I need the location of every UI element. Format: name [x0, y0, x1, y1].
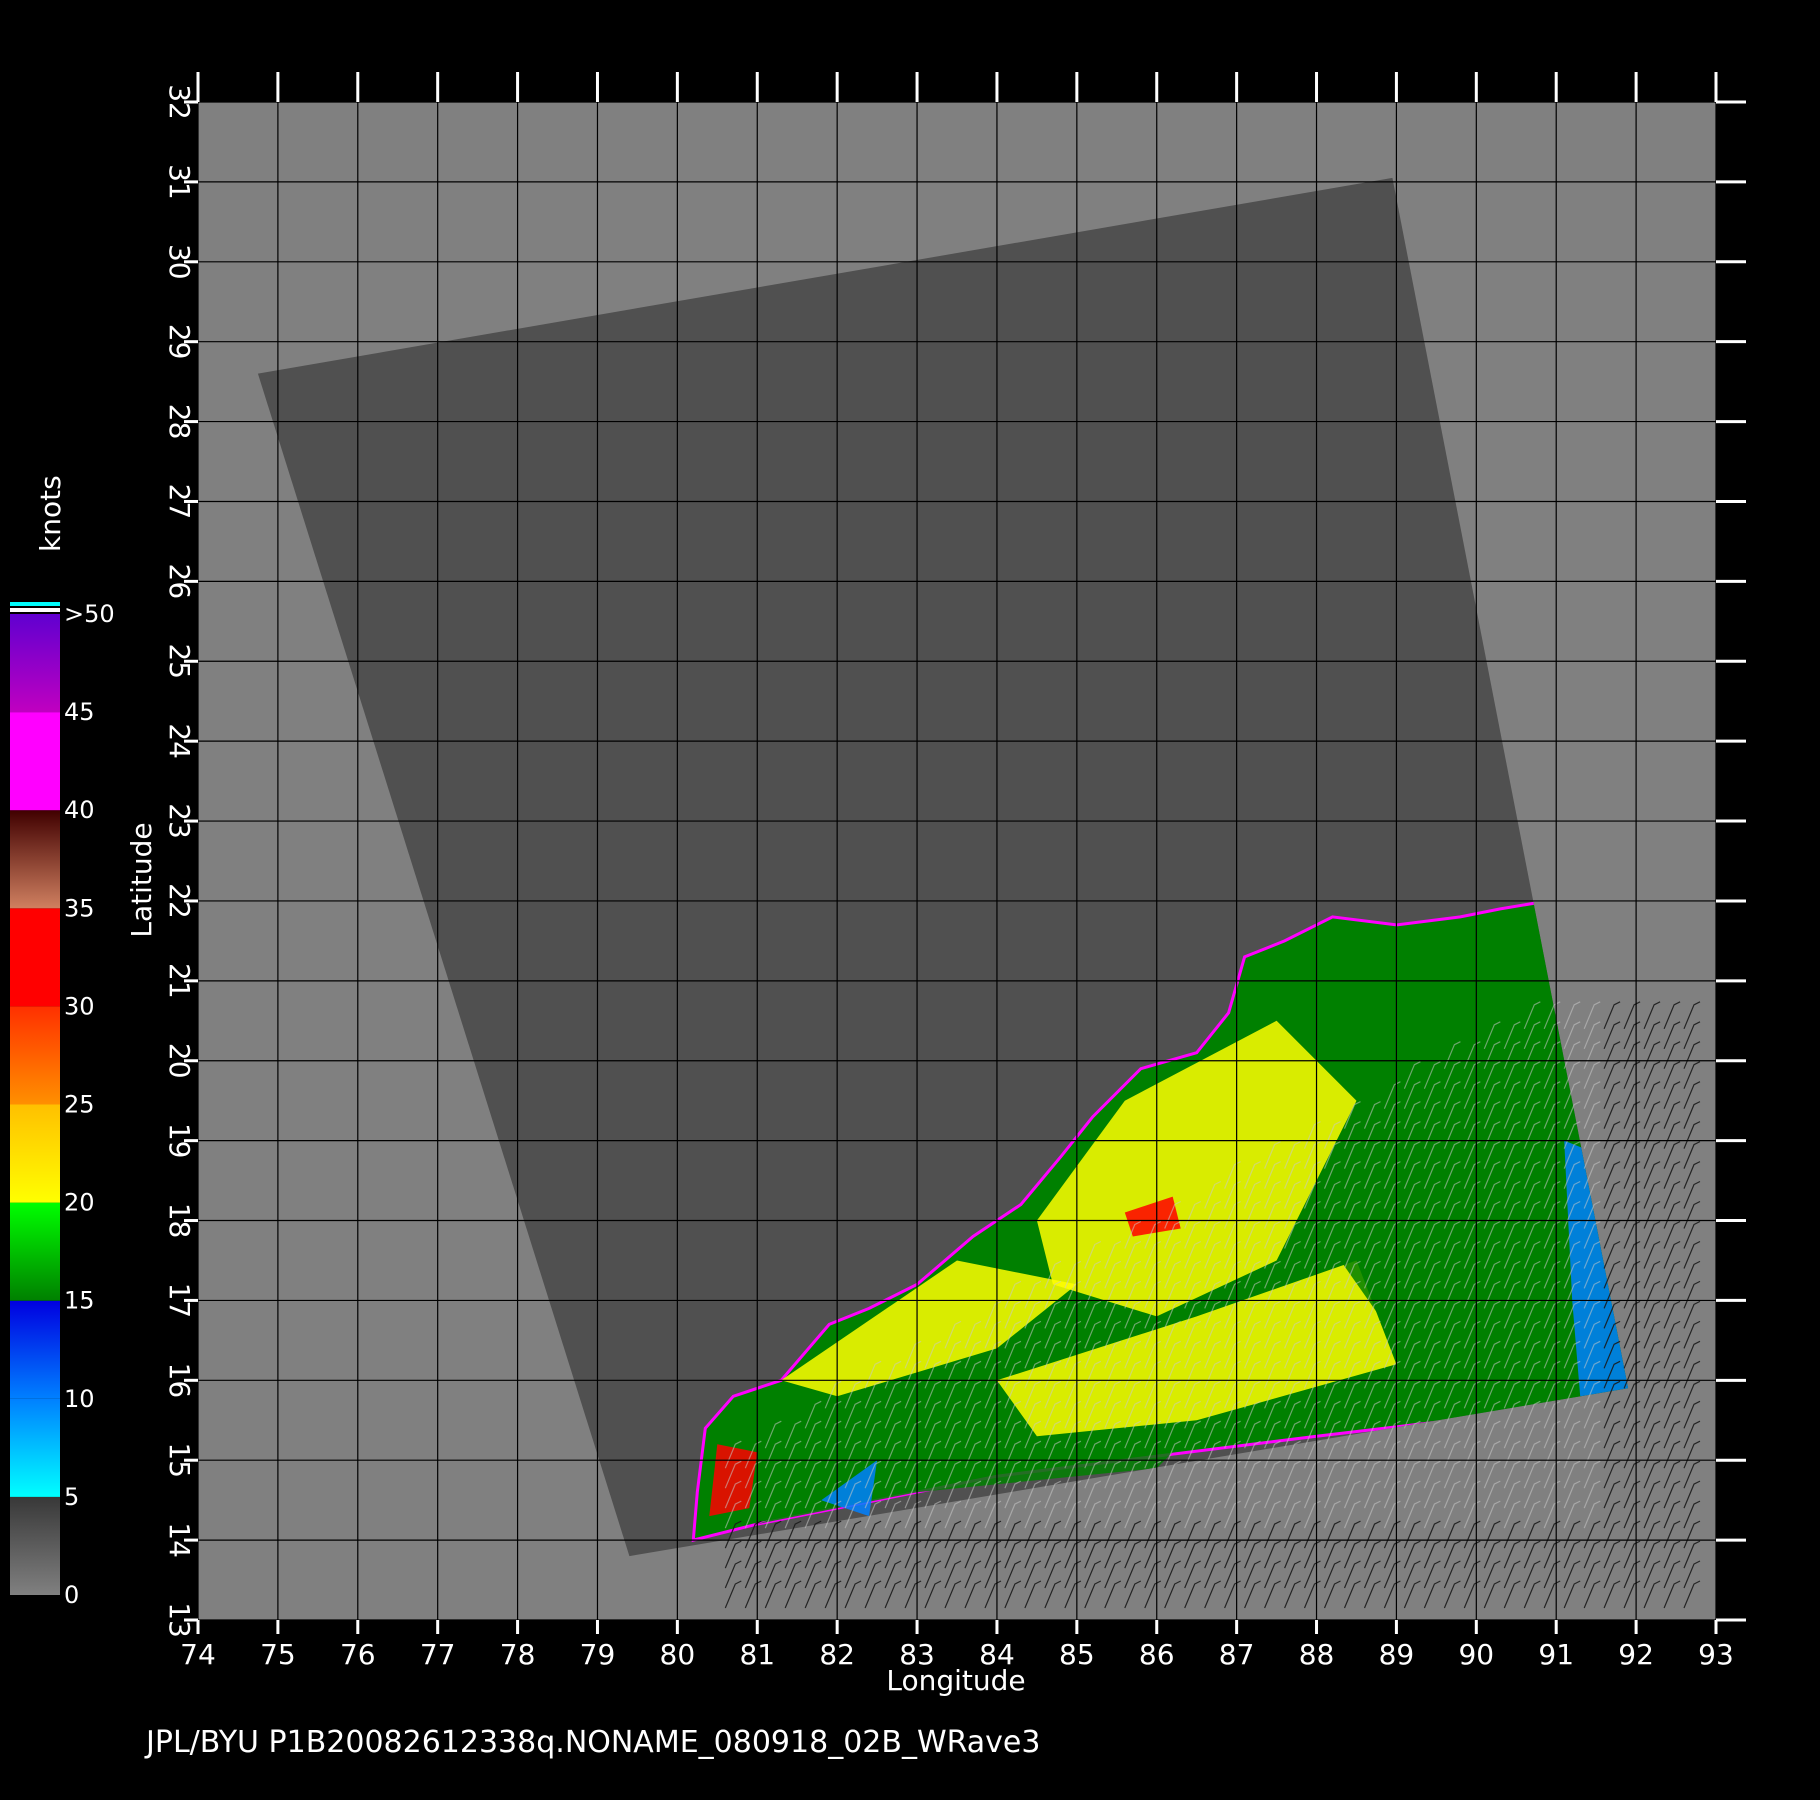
lon-tick-label: 79 — [580, 1638, 616, 1671]
legend-band — [10, 1300, 60, 1399]
legend-label: 10 — [64, 1385, 95, 1413]
lat-tick-label: 16 — [163, 1362, 196, 1398]
legend-band — [10, 810, 60, 909]
wind-map-canvas: 74 75 76 77 78 79 80 81 82 83 84 85 86 87 88 89 90 91 92 93… — [10, 72, 1746, 1760]
lon-tick-label: 77 — [420, 1638, 456, 1671]
lon-tick-label: 80 — [660, 1638, 696, 1671]
lon-tick-label: 89 — [1379, 1638, 1415, 1671]
legend-band — [10, 1496, 60, 1595]
legend-label: 45 — [64, 698, 95, 726]
lon-tick-label: 74 — [180, 1638, 216, 1671]
lon-tick-label: 85 — [1059, 1638, 1095, 1671]
lat-tick-label: 32 — [163, 84, 196, 120]
lat-tick-label: 25 — [163, 643, 196, 679]
legend-label: >50 — [64, 600, 115, 628]
lat-tick-label: 22 — [163, 883, 196, 919]
lon-tick-label: 78 — [500, 1638, 536, 1671]
lat-tick-label: 18 — [163, 1203, 196, 1239]
lon-tick-label: 81 — [739, 1638, 775, 1671]
legend-cap — [10, 608, 60, 612]
lon-tick-label: 92 — [1618, 1638, 1654, 1671]
y-axis-title: Latitude — [125, 822, 158, 937]
product-id-footer: JPL/BYU P1B20082612338q.NONAME_080918_02… — [144, 1725, 1040, 1760]
lat-tick-label: 28 — [163, 404, 196, 440]
legend-label: 30 — [64, 992, 95, 1020]
lon-tick-label: 93 — [1698, 1638, 1734, 1671]
lat-tick-label: 21 — [163, 963, 196, 999]
legend-label: 25 — [64, 1091, 95, 1119]
legend-label: 5 — [64, 1483, 79, 1511]
legend-color-bar — [10, 602, 60, 1595]
lat-tick-label: 13 — [163, 1602, 196, 1638]
legend-label: 35 — [64, 894, 95, 922]
lat-tick-label: 23 — [163, 803, 196, 839]
lon-tick-label: 91 — [1538, 1638, 1574, 1671]
legend-label: 20 — [64, 1189, 95, 1217]
color-legend: 0 5 10 15 20 25 30 35 40 45 >50 knots — [10, 475, 115, 1609]
lon-tick-label: 76 — [340, 1638, 376, 1671]
legend-band — [10, 712, 60, 811]
lon-tick-label: 90 — [1458, 1638, 1494, 1671]
lat-tick-label: 15 — [163, 1442, 196, 1478]
lon-tick-label: 75 — [260, 1638, 296, 1671]
latitude-tick-labels: 13 14 15 16 17 18 19 20 21 22 23 24 25 26 27 28 29 30 31 32 — [163, 84, 196, 1638]
lat-tick-label: 29 — [163, 324, 196, 360]
lat-tick-label: 19 — [163, 1123, 196, 1159]
legend-label: 40 — [64, 796, 95, 824]
lat-tick-label: 30 — [163, 244, 196, 280]
legend-units-label: knots — [34, 475, 67, 552]
lat-tick-label: 14 — [163, 1522, 196, 1558]
legend-band — [10, 1104, 60, 1203]
lat-tick-label: 24 — [163, 723, 196, 759]
lon-tick-label: 87 — [1219, 1638, 1255, 1671]
lat-tick-label: 26 — [163, 564, 196, 600]
lon-tick-label: 82 — [819, 1638, 855, 1671]
legend-band — [10, 1398, 60, 1497]
lon-tick-label: 86 — [1139, 1638, 1175, 1671]
legend-label: 0 — [64, 1581, 79, 1609]
lat-tick-label: 31 — [163, 164, 196, 200]
plot-area — [198, 102, 1716, 1620]
lat-tick-label: 20 — [163, 1043, 196, 1079]
legend-band — [10, 614, 60, 713]
legend-band — [10, 908, 60, 1007]
legend-cap — [10, 602, 60, 606]
legend-band — [10, 1006, 60, 1105]
lat-tick-label: 17 — [163, 1283, 196, 1319]
legend-labels: 0 5 10 15 20 25 30 35 40 45 >50 — [64, 600, 115, 1609]
legend-label: 15 — [64, 1287, 95, 1315]
lon-tick-label: 88 — [1299, 1638, 1335, 1671]
x-axis-title: Longitude — [886, 1664, 1025, 1697]
lat-tick-label: 27 — [163, 484, 196, 520]
legend-band — [10, 1202, 60, 1301]
